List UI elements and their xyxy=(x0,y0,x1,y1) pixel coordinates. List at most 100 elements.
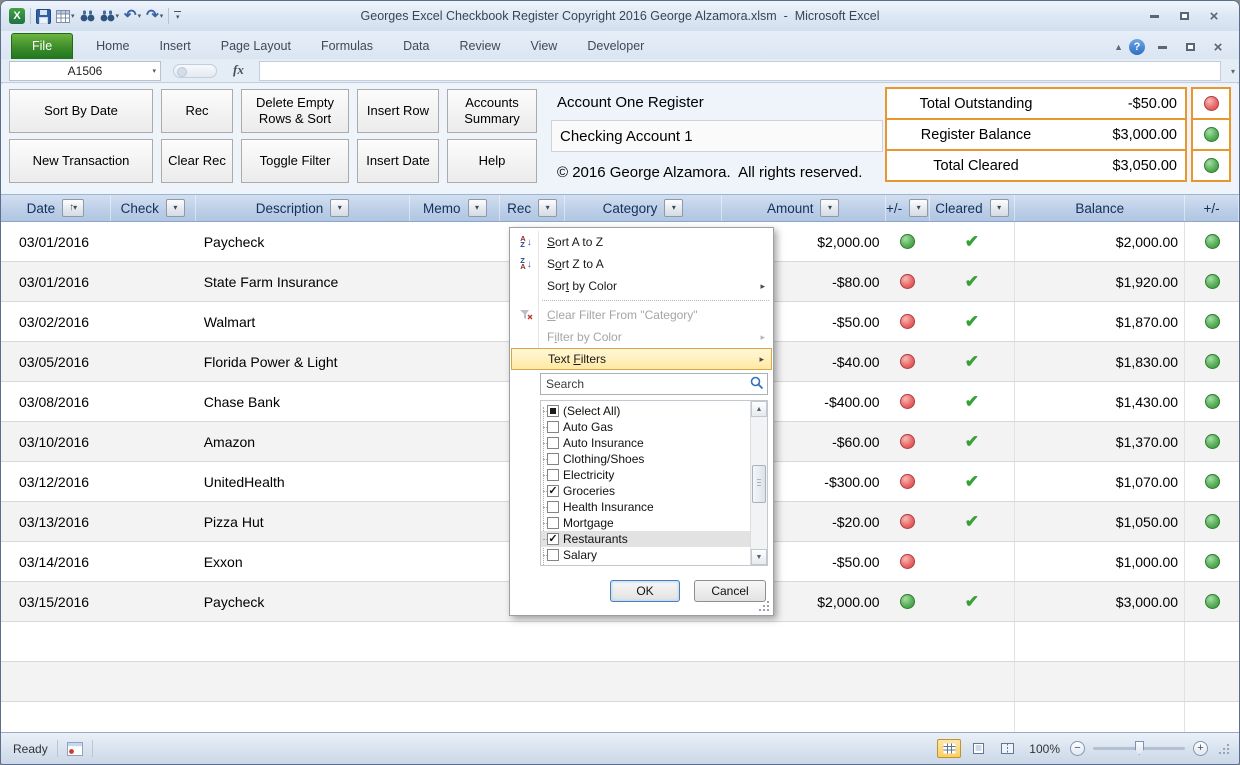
cell-cleared[interactable]: ✔ xyxy=(929,262,1015,301)
empty-cell[interactable] xyxy=(111,622,196,661)
empty-cell[interactable] xyxy=(1015,702,1185,732)
tab-review[interactable]: Review xyxy=(444,34,515,59)
cell-description[interactable]: Exxon xyxy=(196,542,411,581)
checkbox-unchecked-icon[interactable] xyxy=(547,453,559,465)
zoom-slider[interactable] xyxy=(1093,747,1185,750)
toggle-filter-button[interactable]: Toggle Filter xyxy=(241,139,349,183)
cell-cleared[interactable]: ✔ xyxy=(929,342,1015,381)
tab-data[interactable]: Data xyxy=(388,34,444,59)
cell-cleared[interactable]: ✔ xyxy=(929,462,1015,501)
search-icon[interactable] xyxy=(750,376,764,393)
cell-cleared[interactable]: ✔ xyxy=(929,422,1015,461)
customize-qat-icon[interactable]: ▾ xyxy=(174,11,181,21)
cell-description[interactable]: UnitedHealth xyxy=(196,462,411,501)
checkbox-indeterminate-icon[interactable] xyxy=(547,405,559,417)
menu-item-sort-a-to-z[interactable]: AZ↓Sort A to Z xyxy=(511,231,772,253)
empty-cell[interactable] xyxy=(500,702,565,732)
empty-cell[interactable] xyxy=(886,662,930,701)
filter-button-cleared[interactable]: ▾ xyxy=(990,199,1009,217)
insert-date-button[interactable]: Insert Date xyxy=(357,139,439,183)
tab-formulas[interactable]: Formulas xyxy=(306,34,388,59)
cell-memo[interactable] xyxy=(410,382,500,421)
empty-cell[interactable] xyxy=(196,662,411,701)
close-button[interactable]: × xyxy=(1199,7,1229,26)
empty-cell[interactable] xyxy=(111,702,196,732)
zoom-level-button[interactable]: 100% xyxy=(1029,742,1060,756)
macro-record-icon[interactable] xyxy=(67,742,83,756)
filter-option-salary[interactable]: Salary xyxy=(541,547,750,563)
scroll-thumb[interactable] xyxy=(752,465,766,503)
empty-cell[interactable] xyxy=(500,662,565,701)
empty-cell[interactable] xyxy=(565,662,722,701)
cell-balance[interactable]: $1,000.00 xyxy=(1015,542,1185,581)
cell-cleared[interactable]: ✔ xyxy=(929,302,1015,341)
zoom-out-button[interactable]: − xyxy=(1070,741,1085,756)
empty-cell[interactable] xyxy=(565,622,722,661)
cell-balance[interactable]: $1,830.00 xyxy=(1015,342,1185,381)
cell-description[interactable]: Pizza Hut xyxy=(196,502,411,541)
excel-logo-icon[interactable]: X xyxy=(9,8,25,24)
cell-memo[interactable] xyxy=(410,302,500,341)
empty-cell[interactable] xyxy=(722,702,886,732)
workbook-restore-button[interactable] xyxy=(1179,39,1201,55)
tab-home[interactable]: Home xyxy=(81,34,144,59)
checkbox-unchecked-icon[interactable] xyxy=(547,469,559,481)
tab-view[interactable]: View xyxy=(515,34,572,59)
cell-date[interactable]: 03/01/2016 xyxy=(1,262,111,301)
empty-cell[interactable] xyxy=(1,662,111,701)
menu-item-text-filters[interactable]: Text Filters▸ xyxy=(511,348,772,370)
empty-cell[interactable] xyxy=(1015,662,1185,701)
empty-cell[interactable] xyxy=(886,702,930,732)
cell-memo[interactable] xyxy=(410,342,500,381)
checkbox-checked-icon[interactable] xyxy=(547,533,559,545)
filter-search-input[interactable] xyxy=(540,373,768,395)
empty-cell[interactable] xyxy=(929,702,1015,732)
cell-memo[interactable] xyxy=(410,262,500,301)
cell-description[interactable]: Walmart xyxy=(196,302,411,341)
filter-option-mortgage[interactable]: Mortgage xyxy=(541,515,750,531)
workbook-minimize-button[interactable] xyxy=(1151,39,1173,55)
filter-option-select-all[interactable]: (Select All) xyxy=(541,403,750,419)
page-layout-view-button[interactable] xyxy=(966,739,990,758)
chevron-down-icon[interactable]: ▾ xyxy=(152,67,156,75)
cell-check[interactable] xyxy=(111,262,196,301)
rec-button[interactable]: Rec xyxy=(161,89,233,133)
clear-rec-button[interactable]: Clear Rec xyxy=(161,139,233,183)
scroll-up-icon[interactable]: ▲ xyxy=(751,401,767,417)
resize-grip[interactable] xyxy=(760,602,770,612)
cell-date[interactable]: 03/05/2016 xyxy=(1,342,111,381)
cell-cleared[interactable]: ✔ xyxy=(929,222,1015,261)
find-icon[interactable] xyxy=(80,10,95,22)
formula-input[interactable] xyxy=(259,61,1221,81)
filter-option-blanks[interactable]: (Blanks) xyxy=(541,563,750,566)
empty-cell[interactable] xyxy=(929,622,1015,661)
cell-description[interactable]: Amazon xyxy=(196,422,411,461)
minimize-ribbon-icon[interactable]: ▲ xyxy=(1114,42,1123,52)
cell-date[interactable]: 03/12/2016 xyxy=(1,462,111,501)
cell-date[interactable]: 03/02/2016 xyxy=(1,302,111,341)
cell-date[interactable]: 03/08/2016 xyxy=(1,382,111,421)
sort-filter-button-date[interactable]: ↑▾ xyxy=(62,199,84,217)
cell-cleared[interactable]: ✔ xyxy=(929,382,1015,421)
cell-check[interactable] xyxy=(111,222,196,261)
empty-cell[interactable] xyxy=(1,622,111,661)
cell-balance[interactable]: $1,370.00 xyxy=(1015,422,1185,461)
empty-cell[interactable] xyxy=(500,622,565,661)
help-icon[interactable]: ? xyxy=(1129,39,1145,55)
cell-cleared[interactable]: ✔ xyxy=(929,582,1015,621)
delete-empty-rows-sort-button[interactable]: Delete Empty Rows & Sort xyxy=(241,89,349,133)
filter-option-auto-insurance[interactable]: Auto Insurance xyxy=(541,435,750,451)
checkbox-checked-icon[interactable] xyxy=(547,485,559,497)
checkbox-unchecked-icon[interactable] xyxy=(547,437,559,449)
sort-by-date-button[interactable]: Sort By Date xyxy=(9,89,153,133)
checkbox-unchecked-icon[interactable] xyxy=(547,501,559,513)
checkbox-unchecked-icon[interactable] xyxy=(547,549,559,561)
cell-cleared[interactable] xyxy=(929,542,1015,581)
table-tool-icon[interactable]: ▾ xyxy=(56,10,75,23)
empty-cell[interactable] xyxy=(565,702,722,732)
cell-balance[interactable]: $3,000.00 xyxy=(1015,582,1185,621)
cell-memo[interactable] xyxy=(410,222,500,261)
cell-balance[interactable]: $1,050.00 xyxy=(1015,502,1185,541)
zoom-in-button[interactable]: + xyxy=(1193,741,1208,756)
empty-cell[interactable] xyxy=(722,662,886,701)
